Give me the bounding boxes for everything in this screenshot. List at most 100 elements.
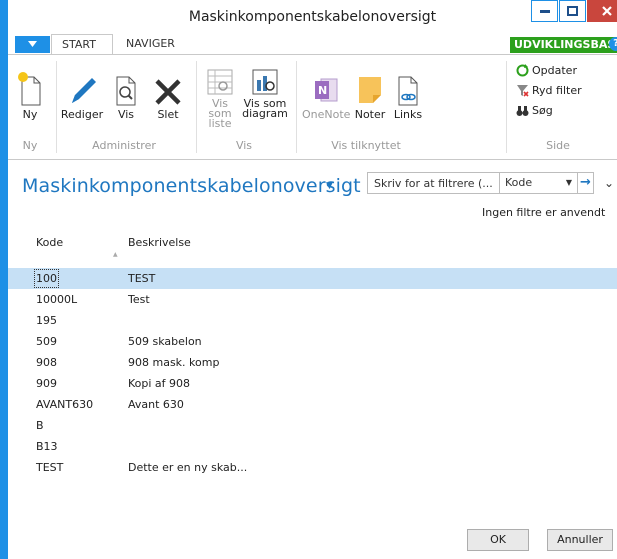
search-label: Søg <box>532 103 553 117</box>
filter-box: Kode ▼ → <box>367 172 594 194</box>
notes-label: Noter <box>354 108 386 121</box>
chart-view-icon <box>252 69 278 95</box>
cell-kode: AVANT630 <box>36 398 94 411</box>
cell-beskrivelse: Test <box>128 293 150 306</box>
group-separator <box>296 61 297 153</box>
maximize-icon <box>567 6 578 16</box>
column-header-beskrivelse[interactable]: Beskrivelse <box>128 236 191 249</box>
links-button[interactable]: Links <box>391 59 425 120</box>
group-label-vis-tilknyttet: Vis tilknyttet <box>331 139 401 152</box>
svg-text:N: N <box>318 84 327 97</box>
search-button[interactable]: Søg <box>516 101 553 119</box>
table-row[interactable]: B <box>8 415 617 436</box>
filter-field-select[interactable]: Kode ▼ <box>499 173 577 193</box>
onenote-label: OneNote <box>302 108 351 121</box>
view-as-list-label-2: liste <box>208 117 232 130</box>
onenote-icon: N <box>315 78 338 102</box>
cell-kode: TEST <box>36 461 64 474</box>
filter-field-value: Kode <box>505 176 533 189</box>
ribbon-tabs: START NAVIGER UDVIKLINGSBASE ? <box>8 33 617 54</box>
table-row[interactable]: 908 908 mask. komp <box>8 352 617 373</box>
view-document-icon <box>116 76 136 106</box>
ribbon: Ny Ny Rediger Vis Slet Administrer Vis s… <box>8 54 617 160</box>
group-separator <box>196 61 197 153</box>
cell-beskrivelse: 908 mask. komp <box>128 356 220 369</box>
group-separator <box>56 61 57 153</box>
list-view-icon <box>207 69 233 95</box>
new-button-label: Ny <box>22 108 38 121</box>
cell-beskrivelse: 509 skabelon <box>128 335 202 348</box>
link-document-icon <box>398 76 418 106</box>
cancel-button[interactable]: Annuller <box>547 529 613 551</box>
delete-button[interactable]: Slet <box>148 59 188 120</box>
minimize-icon <box>539 9 550 13</box>
cell-kode: 509 <box>36 335 57 348</box>
pencil-icon <box>72 78 96 103</box>
application-window: Maskinkomponentskabelonoversigt START NA… <box>0 0 617 559</box>
column-header-kode[interactable]: Kode <box>36 236 63 249</box>
refresh-label: Opdater <box>532 63 577 77</box>
ok-button[interactable]: OK <box>467 529 529 551</box>
table-row[interactable]: 10000L Test <box>8 289 617 310</box>
cell-beskrivelse: Dette er en ny skab... <box>128 461 248 474</box>
filter-input[interactable] <box>368 173 499 193</box>
delete-x-icon <box>155 79 181 105</box>
group-separator <box>506 61 507 153</box>
tab-naviger[interactable]: NAVIGER <box>116 34 194 54</box>
cell-kode: 100 <box>34 269 59 288</box>
clear-filter-button[interactable]: Ryd filter <box>516 81 582 99</box>
window-title: Maskinkomponentskabelonoversigt <box>188 9 437 25</box>
table-row[interactable]: 909 Kopi af 908 <box>8 373 617 394</box>
app-menu-button[interactable] <box>15 36 50 53</box>
cell-beskrivelse: TEST <box>128 272 156 285</box>
cell-beskrivelse: Avant 630 <box>128 398 184 411</box>
table-row[interactable]: 195 <box>8 310 617 331</box>
filter-status-text: Ingen filtre er anvendt <box>482 206 606 219</box>
cell-kode: 195 <box>36 314 57 327</box>
binoculars-icon <box>516 105 529 116</box>
onenote-button[interactable]: N OneNote <box>302 59 350 120</box>
sticky-note-icon <box>359 77 381 103</box>
cell-kode: 909 <box>36 377 57 390</box>
cell-kode: B13 <box>36 440 58 453</box>
refresh-button[interactable]: Opdater <box>516 61 577 79</box>
title-bar: Maskinkomponentskabelonoversigt <box>8 0 617 33</box>
view-button-label: Vis <box>117 108 135 121</box>
notes-button[interactable]: Noter <box>352 59 388 120</box>
chevron-down-icon[interactable]: ⌄ <box>604 176 614 190</box>
close-icon <box>601 6 612 16</box>
view-as-list-button[interactable]: Vis som liste <box>200 59 240 129</box>
environment-badge: UDVIKLINGSBASE <box>510 37 617 53</box>
sort-ascending-icon: ▲ <box>113 251 118 258</box>
edit-button[interactable]: Rediger <box>60 59 104 120</box>
delete-button-label: Slet <box>157 108 179 121</box>
table-row[interactable]: B13 <box>8 436 617 457</box>
chevron-down-icon[interactable]: ▼ <box>326 181 333 191</box>
cell-kode: B <box>36 419 44 432</box>
page-title[interactable]: Maskinkomponentskabelonoversigt <box>22 175 361 197</box>
clear-filter-icon <box>517 84 529 97</box>
view-button[interactable]: Vis <box>108 59 144 120</box>
cell-kode: 908 <box>36 356 57 369</box>
tab-start[interactable]: START <box>51 34 113 54</box>
edit-button-label: Rediger <box>60 108 104 121</box>
table-row[interactable]: TEST Dette er en ny skab... <box>8 457 617 478</box>
group-label-side: Side <box>546 139 570 152</box>
links-label: Links <box>393 108 423 121</box>
new-document-icon <box>18 72 41 106</box>
new-button[interactable]: Ny <box>12 59 48 120</box>
close-button[interactable] <box>587 0 617 22</box>
table-row[interactable]: AVANT630 Avant 630 <box>8 394 617 415</box>
maximize-button[interactable] <box>559 0 586 22</box>
apply-filter-arrow-icon[interactable]: → <box>577 173 593 193</box>
table-row[interactable]: 100 TEST <box>8 268 617 289</box>
group-label-administrer: Administrer <box>92 139 156 152</box>
group-label-ny: Ny <box>22 139 38 152</box>
minimize-button[interactable] <box>531 0 558 22</box>
caret-down-icon <box>28 41 37 47</box>
view-as-chart-button[interactable]: Vis som diagram <box>242 59 288 119</box>
view-as-chart-label-2: diagram <box>242 107 288 120</box>
help-icon[interactable]: ? <box>609 37 617 51</box>
table-row[interactable]: 509 509 skabelon <box>8 331 617 352</box>
table-body: 100 TEST 10000L Test 195 509 509 skabelo… <box>8 268 617 478</box>
